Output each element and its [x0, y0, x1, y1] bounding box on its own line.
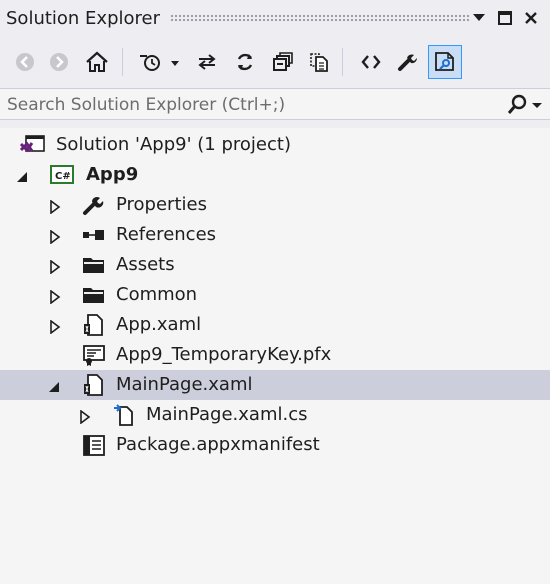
- expanded-arrow-icon[interactable]: [16, 168, 30, 182]
- references-icon: [82, 224, 106, 246]
- solution-icon: [19, 134, 45, 156]
- tree-item-label: Package.appxmanifest: [116, 434, 320, 455]
- close-icon[interactable]: [520, 6, 542, 30]
- home-icon[interactable]: [82, 46, 112, 78]
- tree-item-common[interactable]: Common: [0, 280, 550, 310]
- show-all-files-icon[interactable]: [304, 46, 334, 78]
- tree-item-temporary-key[interactable]: App9_TemporaryKey.pfx: [0, 340, 550, 370]
- collapsed-arrow-icon[interactable]: [48, 228, 62, 245]
- tree-item-label: MainPage.xaml.cs: [146, 404, 308, 425]
- toolbar-separator: [122, 48, 123, 76]
- dropdown-arrow-icon[interactable]: [468, 6, 490, 30]
- search-box: [0, 88, 550, 121]
- refresh-icon[interactable]: [230, 46, 260, 78]
- collapsed-arrow-icon[interactable]: [78, 408, 92, 425]
- drag-grip[interactable]: [170, 14, 470, 22]
- tree-item-label: MainPage.xaml: [116, 374, 253, 395]
- expanded-arrow-icon[interactable]: [48, 378, 62, 392]
- tree-item-references[interactable]: References: [0, 220, 550, 250]
- properties-icon[interactable]: [392, 46, 422, 78]
- tree-item-properties[interactable]: Properties: [0, 190, 550, 220]
- tree-item-label: References: [116, 224, 217, 245]
- tree-item-label: App9_TemporaryKey.pfx: [116, 344, 332, 365]
- svg-text:C#: C#: [55, 171, 71, 182]
- certificate-icon: [82, 344, 106, 366]
- folder-icon: [82, 254, 106, 276]
- tree-item-label: Assets: [116, 254, 175, 275]
- panel-title: Solution Explorer: [6, 8, 160, 29]
- view-code-icon[interactable]: [356, 46, 386, 78]
- wrench-icon: [82, 194, 106, 216]
- solution-tree: Solution 'App9' (1 project) C# App9 Prop…: [0, 128, 550, 584]
- chevron-down-icon: [532, 103, 542, 108]
- collapsed-arrow-icon[interactable]: [48, 318, 62, 335]
- search-input[interactable]: [0, 89, 499, 121]
- forward-icon[interactable]: [44, 46, 74, 78]
- tree-item-solution[interactable]: Solution 'App9' (1 project): [0, 130, 550, 160]
- maximize-icon[interactable]: [494, 6, 516, 30]
- xaml-file-icon: [82, 374, 106, 396]
- tree-item-mainpage-xaml-cs[interactable]: MainPage.xaml.cs: [0, 400, 550, 430]
- tree-item-mainpage-xaml[interactable]: MainPage.xaml: [0, 370, 550, 400]
- collapsed-arrow-icon[interactable]: [48, 258, 62, 275]
- collapse-all-icon[interactable]: [268, 46, 298, 78]
- collapsed-arrow-icon[interactable]: [48, 198, 62, 215]
- pending-changes-filter-icon[interactable]: [136, 46, 184, 78]
- tree-item-project[interactable]: C# App9: [0, 160, 550, 190]
- back-icon[interactable]: [10, 46, 40, 78]
- tree-item-app-xaml[interactable]: App.xaml: [0, 310, 550, 340]
- tree-item-package-manifest[interactable]: Package.appxmanifest: [0, 430, 550, 460]
- tree-item-label: Solution 'App9' (1 project): [56, 134, 291, 155]
- search-options-button[interactable]: [504, 93, 544, 117]
- tree-item-label: App9: [86, 164, 139, 185]
- tree-item-assets[interactable]: Assets: [0, 250, 550, 280]
- collapsed-arrow-icon[interactable]: [48, 288, 62, 305]
- tree-item-label: Properties: [116, 194, 207, 215]
- csharp-project-icon: C#: [50, 164, 74, 186]
- manifest-icon: [82, 434, 106, 456]
- xaml-file-icon: [82, 314, 106, 336]
- preview-selected-items-icon[interactable]: [428, 45, 462, 79]
- title-bar: Solution Explorer: [0, 0, 550, 40]
- tree-item-label: App.xaml: [116, 314, 202, 335]
- csharp-file-icon: [112, 404, 136, 426]
- sync-with-active-document-icon[interactable]: [192, 46, 222, 78]
- toolbar: [0, 42, 550, 84]
- folder-icon: [82, 284, 106, 306]
- tree-item-label: Common: [116, 284, 198, 305]
- search-icon: [507, 94, 527, 114]
- toolbar-separator: [342, 48, 343, 76]
